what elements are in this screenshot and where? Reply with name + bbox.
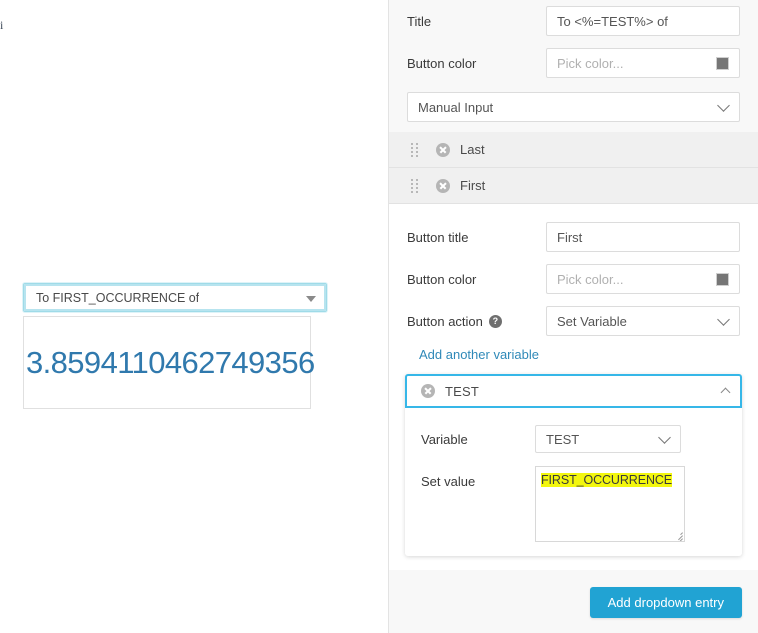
chevron-down-icon [717,313,730,326]
footer-bar: Add dropdown entry [389,587,758,618]
preview-dropdown[interactable]: To FIRST_OCCURRENCE of [23,283,327,312]
remove-circle-icon[interactable] [436,142,450,157]
set-value-text: FIRST_OCCURRENCE [541,473,673,487]
entry-button-color-input[interactable]: Pick color... [546,264,740,294]
add-dropdown-entry-button[interactable]: Add dropdown entry [589,587,742,618]
preview-widget: To FIRST_OCCURRENCE of 3.859411046274935… [23,283,327,409]
button-color-placeholder: Pick color... [557,55,624,71]
color-swatch-icon[interactable] [716,273,729,286]
entry-button-action-label: Button action ? [407,314,546,329]
entry-button-title-label: Button title [407,229,469,245]
variable-row: Variable TEST [405,418,742,460]
entry-detail-card: Button title First Button color Pick col… [389,204,758,570]
entry-button-action-row: Button action ? Set Variable [389,300,758,342]
variable-card-title: TEST [445,383,480,399]
set-value-row: Set value FIRST_OCCURRENCE [405,460,742,542]
caret-down-icon[interactable] [306,295,316,302]
color-swatch-icon[interactable] [716,57,729,70]
list-item[interactable]: First [389,168,758,204]
remove-circle-icon[interactable] [421,384,435,398]
chevron-down-icon [658,431,671,444]
variable-select[interactable]: TEST [535,425,681,453]
remove-circle-icon[interactable] [436,178,450,193]
chevron-down-icon [717,99,730,112]
title-row: Title To <%=TEST%> of [389,0,758,42]
title-label: Title [407,13,432,29]
entry-button-title-row: Button title First [389,216,758,258]
entry-button-action-label-text: Button action [407,313,483,329]
entry-button-color-placeholder: Pick color... [557,271,624,287]
list-item-label: First [460,178,486,193]
set-value-textarea[interactable]: FIRST_OCCURRENCE [535,466,685,542]
list-item-label: Last [460,142,485,157]
variable-select-value: TEST [546,431,580,447]
preview-dropdown-label: To FIRST_OCCURRENCE of [36,290,200,305]
app-root: i To FIRST_OCCURRENCE of 3.8594110462749… [0,0,758,633]
add-another-variable-link[interactable]: Add another variable [419,347,539,362]
entry-button-action-select[interactable]: Set Variable [546,306,740,336]
variable-card: TEST Variable TEST Set value FIRST_OCCUR… [405,374,742,556]
settings-panel: Title To <%=TEST%> of Button color Pick … [389,0,758,633]
variable-card-header[interactable]: TEST [405,374,742,408]
preview-result-value: 3.8594110462749356 [26,344,315,380]
source-select-value: Manual Input [418,99,494,115]
preview-panel: i To FIRST_OCCURRENCE of 3.8594110462749… [0,0,389,633]
list-item[interactable]: Last [389,132,758,168]
source-select-wrap: Manual Input [389,84,758,132]
button-color-row: Button color Pick color... [389,42,758,84]
preview-result-box: 3.8594110462749356 [23,316,315,409]
edge-clipped-text: i [0,19,4,31]
entry-button-color-label: Button color [407,271,477,287]
source-select[interactable]: Manual Input [407,92,740,122]
entry-button-action-value: Set Variable [557,313,627,329]
resize-grip-icon[interactable] [673,530,683,541]
entry-button-title-input[interactable]: First [546,222,740,252]
set-value-label: Set value [421,474,476,489]
variable-label: Variable [421,431,468,447]
variable-card-body: Variable TEST Set value FIRST_OCCURRENCE [405,408,742,556]
chevron-up-icon[interactable] [720,387,731,398]
button-color-input[interactable]: Pick color... [546,48,740,78]
drag-handle-icon[interactable] [411,178,418,193]
add-variable-row: Add another variable [389,342,758,374]
button-color-label: Button color [407,55,477,71]
drag-handle-icon[interactable] [411,142,418,157]
dropdown-entry-list: Last First [389,132,758,204]
help-circle-icon[interactable]: ? [488,314,502,328]
title-input[interactable]: To <%=TEST%> of [546,6,740,36]
entry-button-color-row: Button color Pick color... [389,258,758,300]
